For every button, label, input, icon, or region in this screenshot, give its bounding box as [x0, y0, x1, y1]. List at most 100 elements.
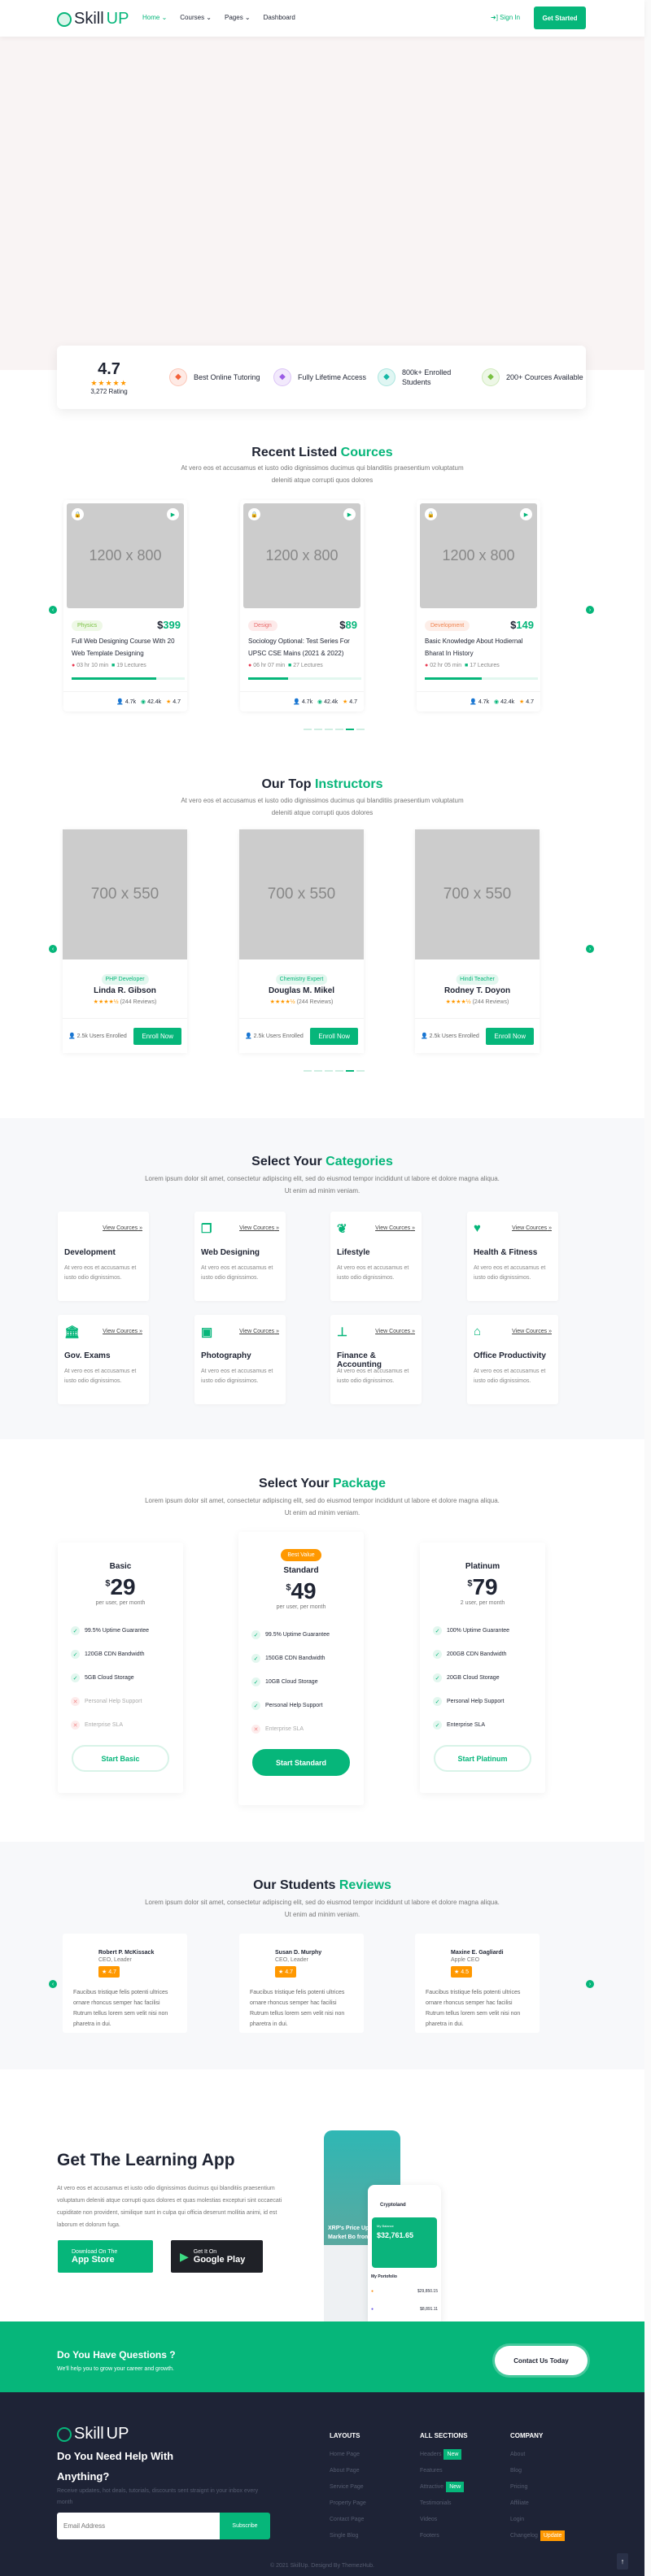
view-courses-link[interactable]: View Cources » — [512, 1225, 552, 1231]
courses-next-arrow[interactable]: › — [586, 606, 594, 614]
category-card[interactable]: ❦ View Cources » Lifestyle At vero eos e… — [330, 1212, 422, 1301]
package-feature: ✓ 150GB CDN Bandwidth — [251, 1647, 364, 1670]
subscribe-button[interactable]: Subscribe — [220, 2513, 270, 2539]
footer-link[interactable]: Testimonials — [420, 2500, 468, 2517]
category-card[interactable]: ❐ View Cources » Web Designing At vero e… — [194, 1212, 286, 1301]
logo[interactable]: Skill UP — [57, 10, 129, 28]
footer-column-title: COMPANY — [510, 2432, 544, 2439]
instructors-pagination[interactable] — [304, 1070, 365, 1072]
play-icon[interactable]: ▶ — [167, 508, 179, 520]
eye-icon: ◉ — [141, 699, 146, 705]
course-tag[interactable]: Development — [425, 620, 470, 631]
play-icon[interactable]: ▶ — [520, 508, 532, 520]
footer-link[interactable]: Footers — [420, 2533, 468, 2549]
nav-home[interactable]: Home ⌄ — [142, 14, 167, 21]
newsletter-form: Subscribe — [57, 2513, 270, 2539]
courses-prev-arrow[interactable]: ‹ — [49, 606, 57, 614]
get-started-button[interactable]: Get Started — [534, 7, 586, 29]
footer-link[interactable]: About — [510, 2452, 565, 2468]
package-name: Basic — [109, 1562, 132, 1571]
contact-us-button[interactable]: Contact Us Today — [495, 2346, 588, 2375]
play-icon[interactable]: ▶ — [343, 508, 356, 520]
reviews-prev-arrow[interactable]: ‹ — [49, 1980, 57, 1988]
instructors-next-arrow[interactable]: › — [586, 945, 594, 953]
instructor-name[interactable]: Rodney T. Doyon — [415, 986, 540, 995]
view-courses-link[interactable]: View Cources » — [239, 1225, 279, 1231]
check-icon: ✓ — [433, 1650, 442, 1659]
view-courses-link[interactable]: View Cources » — [512, 1329, 552, 1334]
course-title[interactable]: Sociology Optional: Test Series For UPSC… — [248, 635, 362, 659]
instructor-name[interactable]: Douglas M. Mikel — [239, 986, 364, 995]
course-price: $149 — [510, 619, 534, 631]
category-card[interactable]: ⌂ View Cources » Office Productivity At … — [467, 1315, 558, 1404]
view-courses-link[interactable]: View Cources » — [103, 1329, 142, 1334]
package-card: Best Value Standard $49 per user, per mon… — [238, 1532, 364, 1805]
nav-pages[interactable]: Pages ⌄ — [225, 14, 251, 21]
instructor-name[interactable]: Linda R. Gibson — [63, 986, 187, 995]
sign-in-link[interactable]: ➜] Sign In — [491, 14, 520, 21]
footer-link[interactable]: Single Blog — [330, 2533, 366, 2549]
footer-link[interactable]: About Page — [330, 2468, 366, 2484]
google-play-button[interactable]: ▶ Get It On Google Play — [171, 2240, 263, 2273]
lock-icon[interactable]: 🔒 — [248, 508, 260, 520]
view-courses-link[interactable]: View Cources » — [103, 1225, 142, 1231]
category-card[interactable]: ⊥ View Cources » Finance & Accounting At… — [330, 1315, 422, 1404]
package-card: Platinum $79 2 user, per month ✓ 100% Upt… — [420, 1543, 545, 1793]
footer-link[interactable]: Pricing — [510, 2484, 565, 2500]
reviewer-role: CEO, Leader — [98, 1957, 132, 1963]
view-courses-link[interactable]: View Cources » — [375, 1225, 415, 1231]
course-tag[interactable]: Design — [248, 620, 277, 631]
check-icon: ✓ — [433, 1626, 442, 1635]
course-card[interactable]: 1200 x 800 🔒 ▶ Physics $399 Full Web Desig… — [63, 500, 187, 711]
view-courses-link[interactable]: View Cources » — [239, 1329, 279, 1334]
nav-dashboard[interactable]: Dashboard — [264, 14, 295, 21]
lock-icon[interactable]: 🔒 — [72, 508, 84, 520]
check-icon: ✓ — [251, 1630, 260, 1639]
back-to-top-button[interactable]: ↑ — [617, 2553, 628, 2569]
enroll-now-button[interactable]: Enroll Now — [310, 1027, 358, 1045]
course-tag[interactable]: Physics — [72, 620, 103, 631]
x-icon: ✕ — [251, 1725, 260, 1734]
footer-link[interactable]: Home Page — [330, 2452, 366, 2468]
course-card[interactable]: 1200 x 800 🔒 ▶ Development $149 Basic Know… — [417, 500, 540, 711]
nav-courses[interactable]: Courses ⌄ — [180, 14, 212, 21]
course-title[interactable]: Basic Knowledge About Hodiernal Bharat I… — [425, 635, 539, 659]
course-progress — [425, 677, 538, 680]
package-start-button[interactable]: Start Platinum — [434, 1745, 531, 1772]
user-icon: 👤 — [470, 699, 477, 705]
package-feature: ✓ 5GB Cloud Storage — [71, 1666, 183, 1690]
reviews-next-arrow[interactable]: › — [586, 1980, 594, 1988]
footer-link[interactable]: Changelog Update — [510, 2530, 566, 2549]
package-start-button[interactable]: Start Basic — [72, 1745, 169, 1772]
footer-link[interactable]: Property Page — [330, 2500, 366, 2517]
scrollbar[interactable] — [644, 0, 651, 2576]
arrow-up-icon: ↑ — [620, 2557, 625, 2565]
review-text: Faucibus tristique felis potenti ultrice… — [73, 1990, 168, 2027]
instructor-card: 700 x 550 Chemistry Expert Douglas M. Mi… — [239, 829, 364, 1053]
footer-link[interactable]: Contact Page — [330, 2517, 366, 2533]
footer-link[interactable]: Service Page — [330, 2484, 366, 2500]
courses-pagination[interactable] — [304, 729, 365, 730]
package-start-button[interactable]: Start Standard — [252, 1749, 350, 1776]
course-title[interactable]: Full Web Designing Course With 20 Web Te… — [72, 635, 186, 659]
check-icon: ✓ — [251, 1654, 260, 1663]
footer-logo[interactable]: Skill UP — [57, 2425, 129, 2443]
footer-link[interactable]: Headers New — [420, 2449, 468, 2468]
category-card[interactable]: ♥ View Cources » Health & Fitness At ver… — [467, 1212, 558, 1301]
footer-link[interactable]: Videos — [420, 2517, 468, 2533]
category-card[interactable]: View Cources » Development At vero eos e… — [58, 1212, 149, 1301]
view-courses-link[interactable]: View Cources » — [375, 1329, 415, 1334]
instructors-prev-arrow[interactable]: ‹ — [49, 945, 57, 953]
package-card: Basic $29 per user, per month ✓ 99.5% Upt… — [58, 1543, 183, 1793]
email-input[interactable] — [57, 2513, 220, 2539]
course-card[interactable]: 1200 x 800 🔒 ▶ Design $89 Sociology Option… — [240, 500, 364, 711]
lock-icon[interactable]: 🔒 — [425, 508, 437, 520]
footer-link[interactable]: Attractive New — [420, 2482, 468, 2500]
category-card[interactable]: 🏛 View Cources » Gov. Exams At vero eos … — [58, 1315, 149, 1404]
footer-link[interactable]: Blog — [510, 2468, 565, 2484]
enroll-now-button[interactable]: Enroll Now — [133, 1027, 181, 1045]
category-card[interactable]: ▣ View Cources » Photography At vero eos… — [194, 1315, 286, 1404]
enroll-now-button[interactable]: Enroll Now — [486, 1027, 534, 1045]
instructor-photo: 700 x 550 — [63, 829, 187, 959]
footer-link[interactable]: Affiliate — [510, 2500, 565, 2517]
